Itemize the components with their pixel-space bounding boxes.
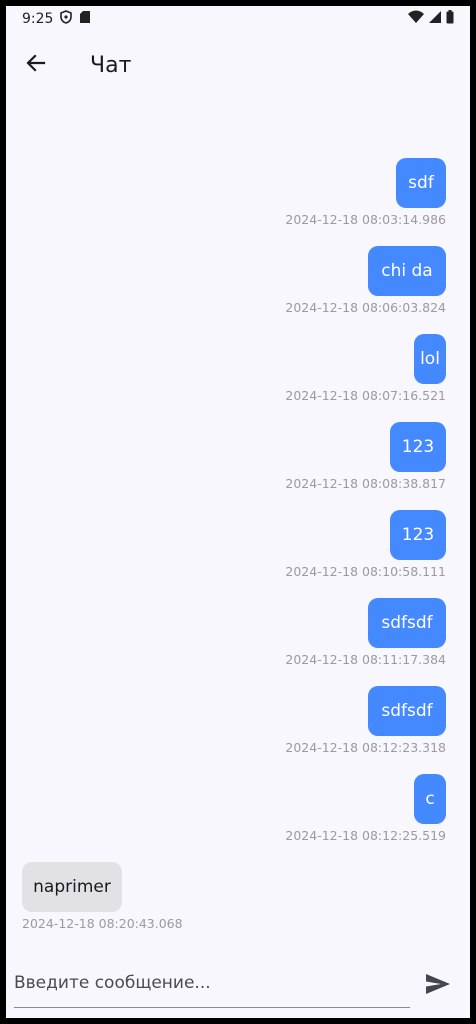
message-timestamp: 2024-12-18 08:08:38.817 bbox=[285, 476, 446, 491]
battery-icon bbox=[446, 10, 454, 28]
sd-card-icon bbox=[79, 10, 91, 28]
message-composer bbox=[6, 956, 470, 1018]
status-time: 9:25 bbox=[22, 11, 54, 27]
message-timestamp: 2024-12-18 08:12:25.519 bbox=[285, 828, 446, 843]
message-timestamp: 2024-12-18 08:10:58.111 bbox=[285, 564, 446, 579]
page-title: Чат bbox=[90, 52, 132, 78]
message-timestamp: 2024-12-18 08:06:03.824 bbox=[285, 300, 446, 315]
message-bubble[interactable]: sdfsdf bbox=[368, 598, 446, 648]
arrow-left-icon bbox=[24, 51, 48, 79]
message-bubble[interactable]: chi da bbox=[368, 246, 446, 296]
message-timestamp: 2024-12-18 08:12:23.318 bbox=[285, 740, 446, 755]
message-bubble[interactable]: c bbox=[414, 774, 446, 824]
wifi-icon bbox=[408, 10, 424, 28]
send-icon bbox=[425, 973, 451, 999]
app-bar: Чат bbox=[6, 40, 470, 90]
back-button[interactable] bbox=[12, 41, 60, 89]
message-bubble[interactable]: sdfsdf bbox=[368, 686, 446, 736]
shield-icon bbox=[59, 10, 73, 28]
message-input[interactable] bbox=[14, 964, 410, 1008]
message-bubble[interactable]: 123 bbox=[390, 422, 446, 472]
send-button[interactable] bbox=[418, 966, 458, 1006]
status-bar: 9:25 bbox=[6, 6, 470, 32]
message-timestamp: 2024-12-18 08:11:17.384 bbox=[285, 652, 446, 667]
message-bubble[interactable]: sdf bbox=[396, 158, 446, 208]
signal-icon bbox=[428, 10, 442, 28]
chat-screen: 9:25 Чат sdf 2024-12-18 08:03:14.986 chi… bbox=[6, 6, 470, 1018]
message-timestamp: 2024-12-18 08:07:16.521 bbox=[285, 388, 446, 403]
message-timestamp: 2024-12-18 08:20:43.068 bbox=[22, 916, 183, 931]
message-bubble[interactable]: lol bbox=[414, 334, 446, 384]
message-bubble[interactable]: naprimer bbox=[22, 862, 122, 912]
message-timestamp: 2024-12-18 08:03:14.986 bbox=[285, 212, 446, 227]
message-bubble[interactable]: 123 bbox=[390, 510, 446, 560]
